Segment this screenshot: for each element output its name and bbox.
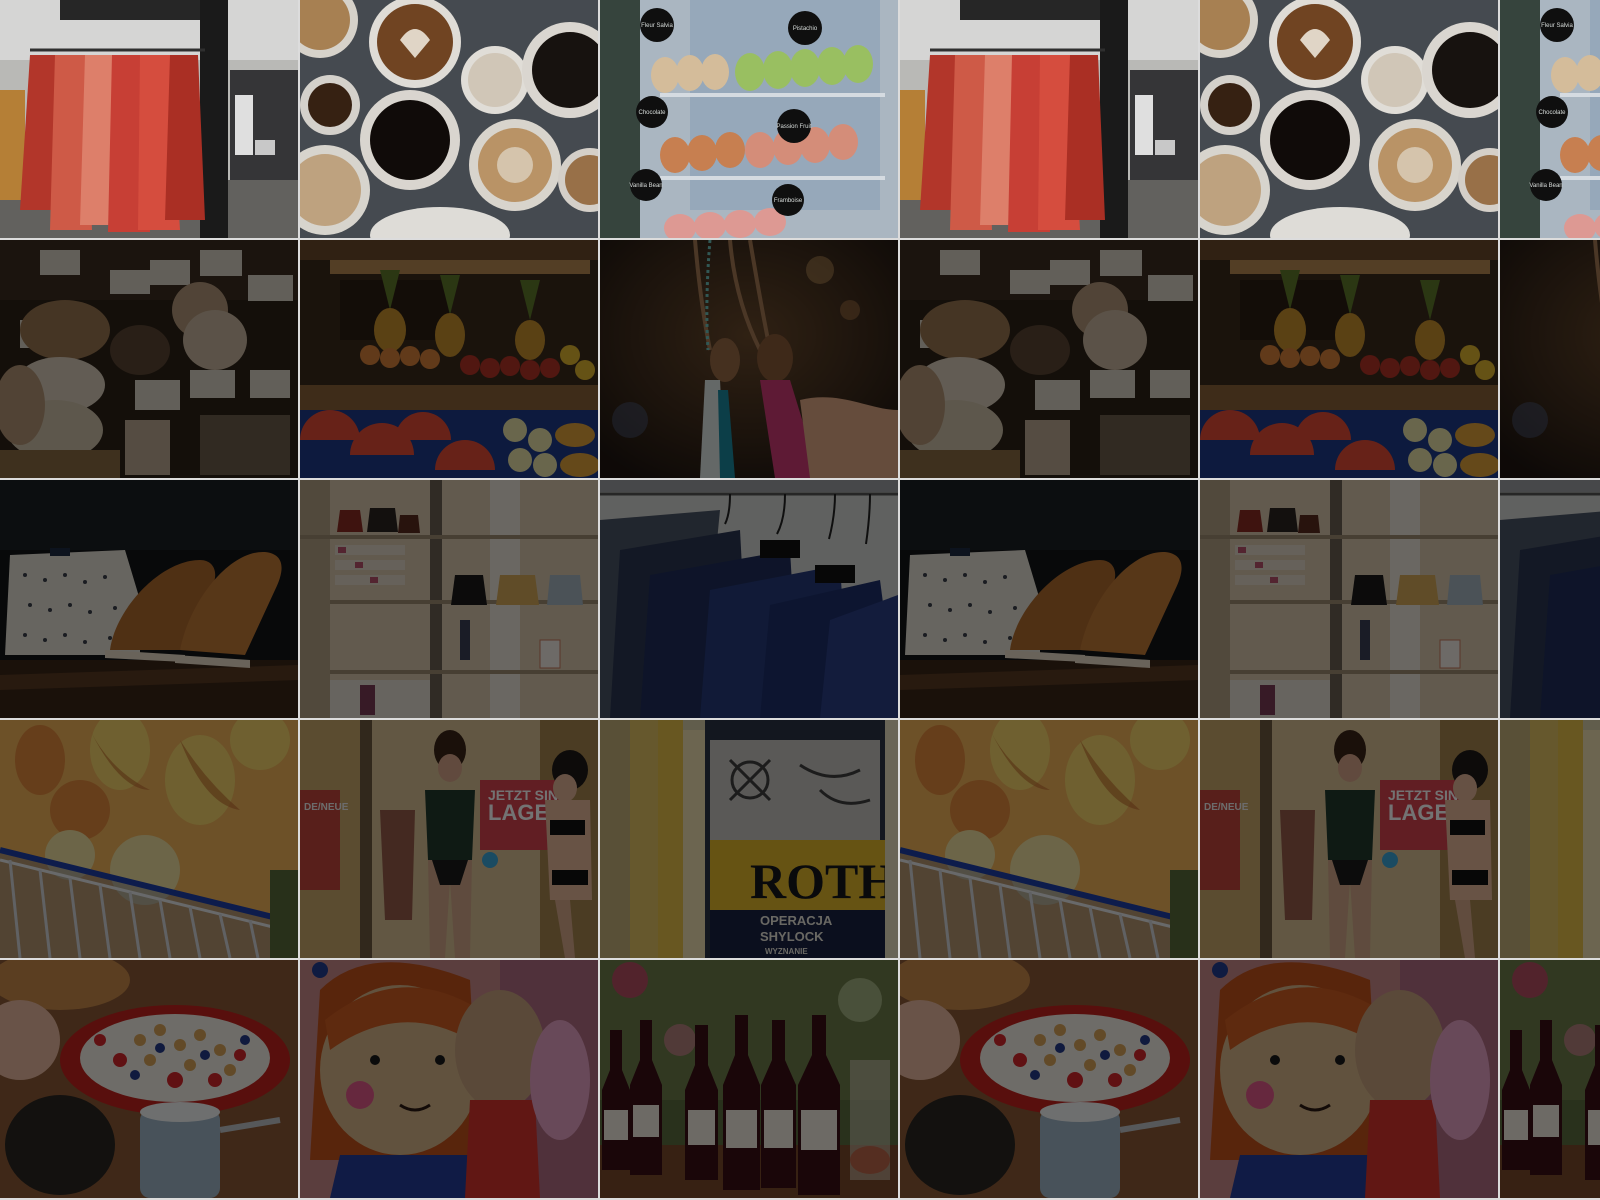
mosaic-tile-coffee-cups (300, 0, 598, 238)
mosaic-tile-shoes (900, 480, 1198, 718)
crochet-doll-image (1200, 960, 1498, 1198)
bag-shelves-image (1200, 480, 1498, 718)
mosaic-tile-clothing-rack (900, 0, 1198, 238)
mosaic-tile-bag-shelves (300, 480, 598, 718)
mosaic-tile-wine-bottles (600, 960, 898, 1198)
books-image: ROTH OPERACJA SHYLOCK WYZNANIE (600, 720, 898, 958)
svg-text:ROTH: ROTH (750, 853, 897, 909)
svg-text:LAGE: LAGE (1388, 800, 1449, 825)
clothing-rack-image (0, 0, 298, 238)
mosaic-tile-bag-shelves (1200, 480, 1498, 718)
svg-text:Vanilla Bean: Vanilla Bean (629, 183, 662, 189)
mosaic-tile-fruit-stand (300, 240, 598, 478)
coffee-cups-image (300, 0, 598, 238)
lingerie-window-image: DE/NEUE JETZT SIND LAGE (1200, 720, 1498, 958)
mosaic-tile-bread (0, 240, 298, 478)
macarons-image: Fleur Salvia Pistachio Chocolate Passion… (600, 0, 898, 238)
bread-image (0, 240, 298, 478)
mosaic-tile-macarons: Fleur Salvia Pistachio Chocolate Passion… (600, 0, 898, 238)
tassels-image (1500, 240, 1600, 478)
mosaic-tile-suits (1500, 480, 1600, 718)
photo-mosaic-grid: Fleur Salvia Pistachio Chocolate Passion… (0, 0, 1600, 1200)
crochet-doll-image (300, 960, 598, 1198)
svg-text:Fleur Salvia: Fleur Salvia (1541, 23, 1573, 29)
mosaic-tile-lingerie-window: DE/NEUE JETZT SIND LAGE (1200, 720, 1498, 958)
mosaic-tile-pasta-basket (900, 720, 1198, 958)
pasta-basket-image (0, 720, 298, 958)
svg-text:OPERACJA: OPERACJA (760, 913, 833, 928)
mosaic-tile-fruit-stand (1200, 240, 1498, 478)
books-image: ROTH OPERACJA SHYLOCK WYZNANIE (1500, 720, 1600, 958)
fruit-stand-image (1200, 240, 1498, 478)
tassels-image (600, 240, 898, 478)
clothing-rack-image (900, 0, 1198, 238)
svg-text:SHYLOCK: SHYLOCK (760, 929, 824, 944)
svg-text:Vanilla Bean: Vanilla Bean (1529, 183, 1562, 189)
lingerie-window-image: DE/NEUE JETZT SIND LAGE (300, 720, 598, 958)
breakfast-bowl-image (0, 960, 298, 1198)
mosaic-tile-crochet-doll (1200, 960, 1498, 1198)
pasta-basket-image (900, 720, 1198, 958)
shoes-image (900, 480, 1198, 718)
svg-text:LAGE: LAGE (488, 800, 549, 825)
coffee-cups-image (1200, 0, 1498, 238)
mosaic-tile-breakfast-bowl (0, 960, 298, 1198)
breakfast-bowl-image (900, 960, 1198, 1198)
svg-text:DE/NEUE: DE/NEUE (304, 802, 349, 813)
wine-bottles-image (600, 960, 898, 1198)
svg-text:Chocolate: Chocolate (638, 110, 666, 116)
mosaic-tile-macarons: Fleur Salvia Pistachio Chocolate Passion… (1500, 0, 1600, 238)
mosaic-tile-clothing-rack (0, 0, 298, 238)
mosaic-tile-tassels (1500, 240, 1600, 478)
svg-text:Framboise: Framboise (774, 198, 803, 204)
mosaic-tile-wine-bottles (1500, 960, 1600, 1198)
macarons-image: Fleur Salvia Pistachio Chocolate Passion… (1500, 0, 1600, 238)
suits-image (600, 480, 898, 718)
mosaic-tile-books: ROTH OPERACJA SHYLOCK WYZNANIE (1500, 720, 1600, 958)
bag-shelves-image (300, 480, 598, 718)
bread-image (900, 240, 1198, 478)
shoes-image (0, 480, 298, 718)
mosaic-tile-coffee-cups (1200, 0, 1498, 238)
svg-text:DE/NEUE: DE/NEUE (1204, 802, 1249, 813)
svg-text:Chocolate: Chocolate (1538, 110, 1566, 116)
svg-text:WYZNANIE: WYZNANIE (765, 947, 808, 956)
mosaic-tile-crochet-doll (300, 960, 598, 1198)
mosaic-tile-bread (900, 240, 1198, 478)
mosaic-tile-pasta-basket (0, 720, 298, 958)
svg-text:Fleur Salvia: Fleur Salvia (641, 23, 673, 29)
mosaic-tile-books: ROTH OPERACJA SHYLOCK WYZNANIE (600, 720, 898, 958)
suits-image (1500, 480, 1600, 718)
mosaic-tile-lingerie-window: DE/NEUE JETZT SIND LAGE (300, 720, 598, 958)
mosaic-tile-suits (600, 480, 898, 718)
svg-text:Pistachio: Pistachio (793, 26, 818, 32)
mosaic-tile-breakfast-bowl (900, 960, 1198, 1198)
mosaic-tile-shoes (0, 480, 298, 718)
fruit-stand-image (300, 240, 598, 478)
mosaic-tile-tassels (600, 240, 898, 478)
wine-bottles-image (1500, 960, 1600, 1198)
svg-text:Passion Fruit: Passion Fruit (776, 124, 811, 130)
